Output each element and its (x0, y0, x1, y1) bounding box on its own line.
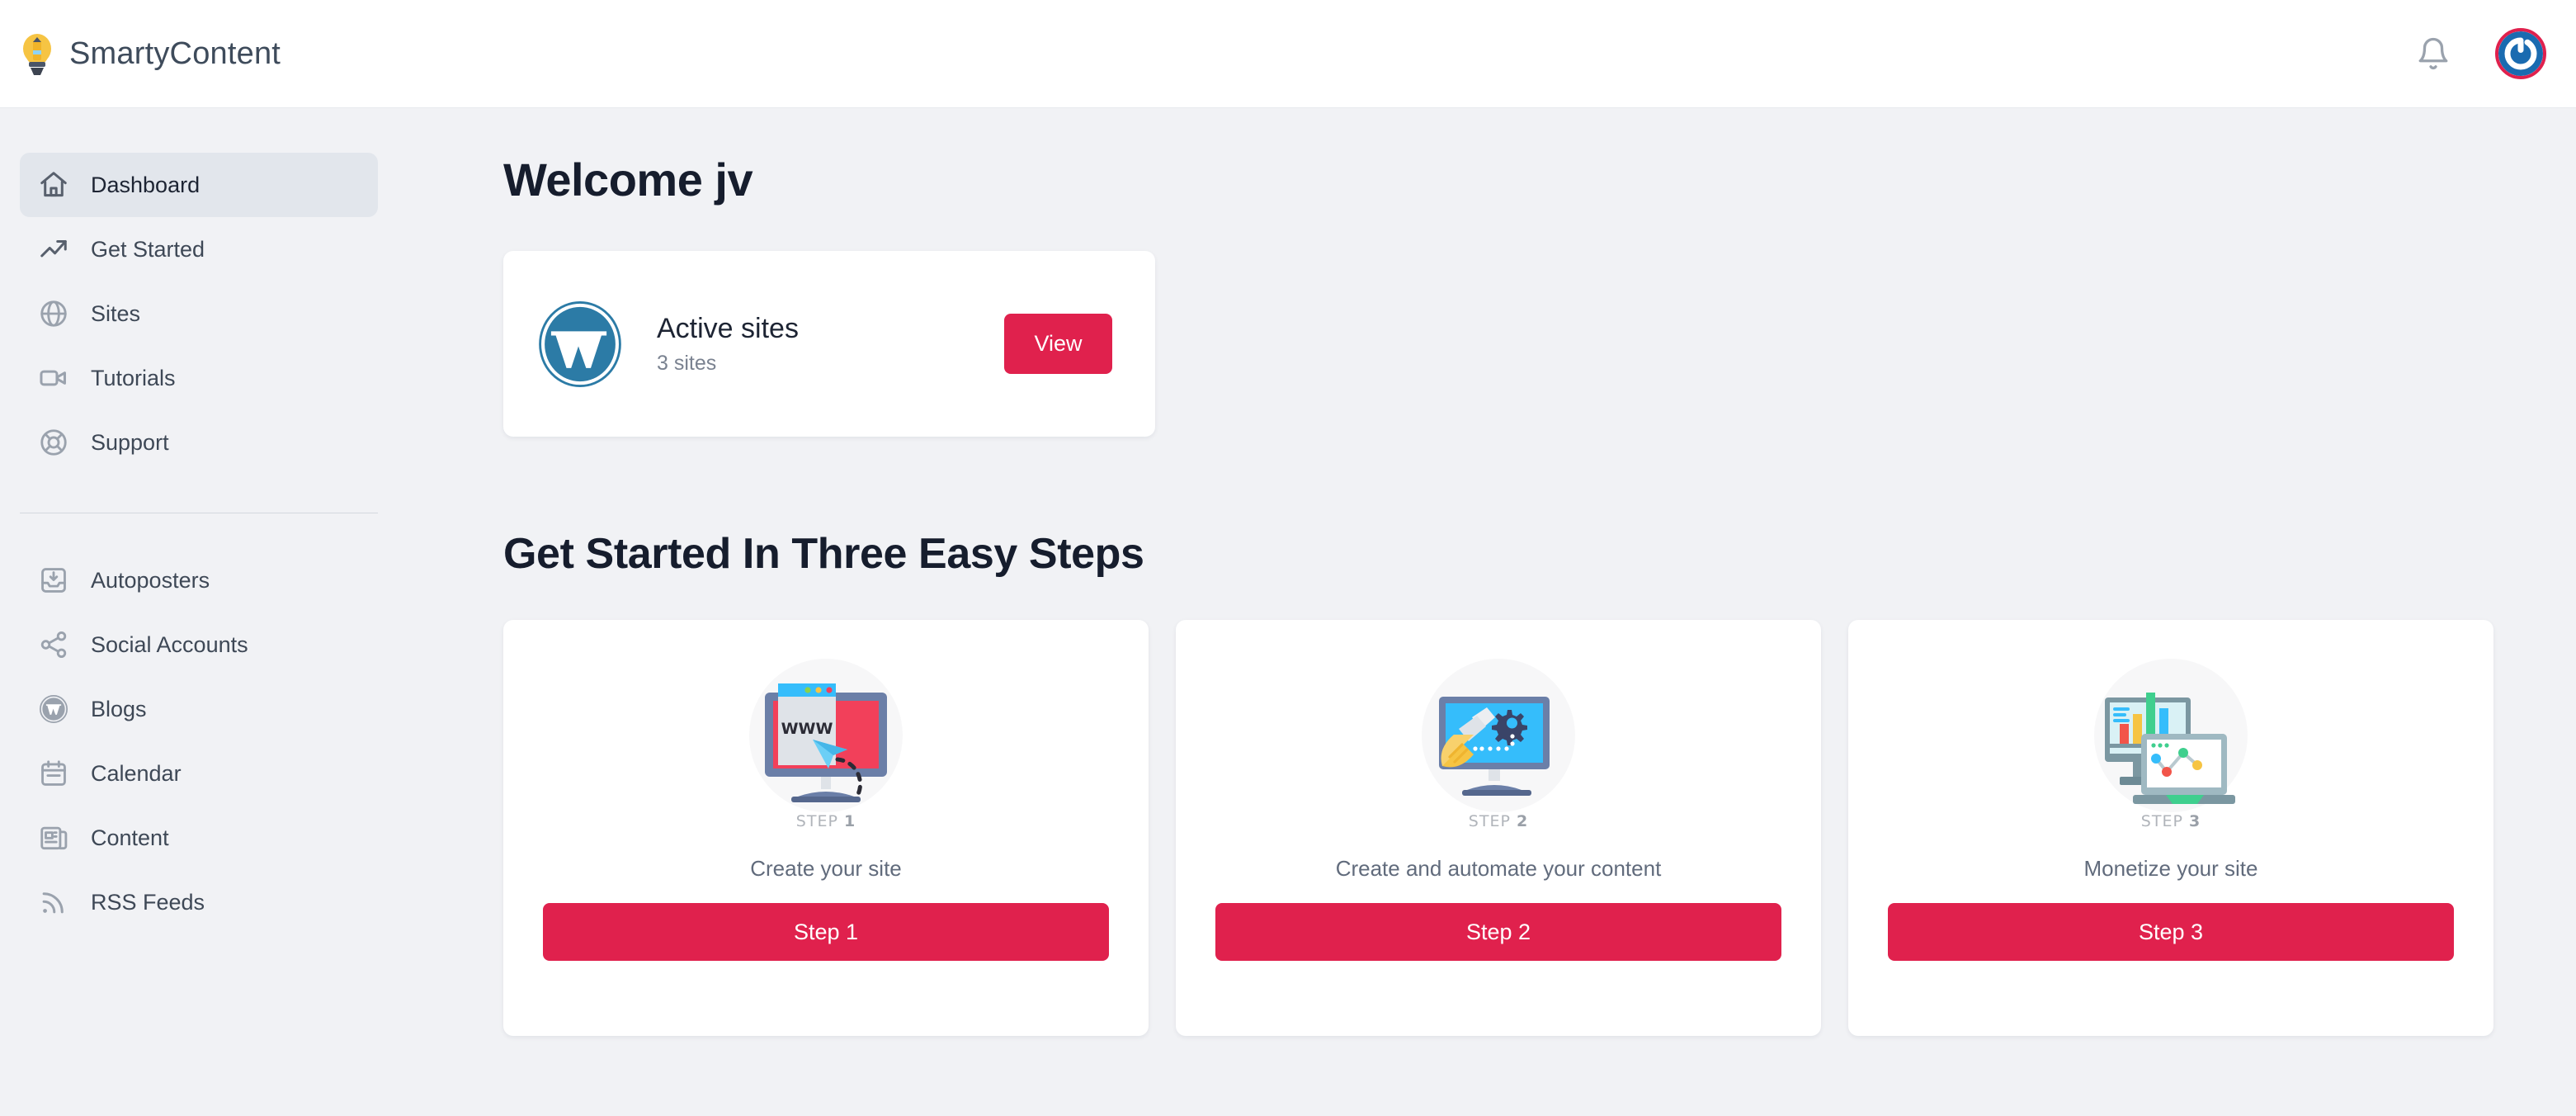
view-button[interactable]: View (1004, 314, 1112, 374)
monitor-www-cursor-illustration: WWW STEP 1 (727, 643, 925, 841)
page-title: Welcome jv (503, 154, 753, 206)
sidebar-item-social-accounts[interactable]: Social Accounts (20, 612, 378, 677)
sidebar-item-support[interactable]: Support (20, 410, 378, 475)
step-1-button[interactable]: Step 1 (543, 903, 1109, 961)
sidebar-item-label: Content (91, 825, 169, 850)
sidebar-item-calendar[interactable]: Calendar (20, 741, 378, 806)
monitor-laptop-charts-illustration: STEP 3 (2072, 643, 2270, 841)
step-card-2: STEP 2 Create and automate your content … (1176, 620, 1821, 1036)
lightbulb-pencil-icon (18, 31, 56, 77)
step-2-button[interactable]: Step 2 (1215, 903, 1781, 961)
avatar[interactable] (2495, 28, 2546, 79)
main-content: Welcome jv Active sites 3 sites View Get… (417, 108, 2576, 1116)
active-sites-text: Active sites 3 sites (657, 313, 799, 376)
sidebar-secondary-group: Autoposters Social Accounts Blogs Calend… (0, 548, 417, 934)
sidebar-item-autoposters[interactable]: Autoposters (20, 548, 378, 612)
sidebar-nav: Dashboard Get Started Sites Tutorials Su… (0, 108, 417, 1116)
inbox-download-icon (38, 565, 69, 596)
sidebar-item-get-started[interactable]: Get Started (20, 217, 378, 281)
sidebar-primary-group: Dashboard Get Started Sites Tutorials Su… (0, 153, 417, 475)
step-caption: Monetize your site (2083, 856, 2258, 881)
step-3-button[interactable]: Step 3 (1888, 903, 2454, 961)
active-sites-card: Active sites 3 sites View (503, 251, 1155, 437)
sidebar-item-blogs[interactable]: Blogs (20, 677, 378, 741)
step-caption: Create your site (750, 856, 902, 881)
globe-icon (38, 298, 69, 329)
sidebar-item-label: Dashboard (91, 172, 201, 197)
sidebar-item-rss-feeds[interactable]: RSS Feeds (20, 870, 378, 934)
wordpress-icon (535, 299, 625, 390)
svg-text:STEP 3: STEP 3 (2141, 812, 2201, 830)
svg-text:STEP 1: STEP 1 (796, 812, 856, 830)
sidebar-item-label: Calendar (91, 760, 182, 786)
sidebar-item-label: Sites (91, 300, 141, 326)
step-card-3: STEP 3 Monetize your site Step 3 (1848, 620, 2493, 1036)
top-header-bar: SmartyContent (0, 0, 2576, 108)
sidebar-item-content[interactable]: Content (20, 806, 378, 870)
header-actions (2416, 28, 2546, 79)
video-camera-icon (38, 362, 69, 394)
sidebar-item-sites[interactable]: Sites (20, 281, 378, 346)
steps-row: WWW STEP 1 Create your site Step 1 STEP … (503, 620, 2493, 1036)
step-card-1: WWW STEP 1 Create your site Step 1 (503, 620, 1149, 1036)
brand-name: SmartyContent (69, 35, 281, 71)
sidebar-item-label: Support (91, 429, 169, 455)
sidebar-item-label: RSS Feeds (91, 889, 205, 915)
wordpress-icon (38, 693, 69, 725)
sidebar-item-label: Blogs (91, 696, 147, 721)
active-sites-count: 3 sites (657, 351, 717, 375)
home-icon (38, 169, 69, 201)
lifebuoy-icon (38, 427, 69, 458)
rss-icon (38, 887, 69, 918)
active-sites-title: Active sites (657, 312, 799, 344)
svg-text:STEP 2: STEP 2 (1469, 812, 1528, 830)
get-started-heading: Get Started In Three Easy Steps (503, 530, 1144, 578)
sidebar-item-tutorials[interactable]: Tutorials (20, 346, 378, 410)
sidebar-item-label: Tutorials (91, 365, 176, 390)
sidebar-item-label: Social Accounts (91, 631, 248, 657)
bell-icon[interactable] (2416, 35, 2451, 73)
sidebar-item-dashboard[interactable]: Dashboard (20, 153, 378, 217)
step-caption: Create and automate your content (1335, 856, 1662, 881)
share-network-icon (38, 629, 69, 660)
trending-up-icon (38, 234, 69, 265)
calendar-icon (38, 758, 69, 789)
newspaper-icon (38, 822, 69, 854)
svg-text:WWW: WWW (781, 720, 833, 738)
sidebar-item-label: Get Started (91, 236, 205, 262)
user-avatar-gravatar (2498, 31, 2543, 76)
brand-logo-area[interactable]: SmartyContent (18, 31, 281, 77)
sidebar-item-label: Autoposters (91, 567, 210, 593)
monitor-screwdriver-gear-illustration: STEP 2 (1399, 643, 1597, 841)
